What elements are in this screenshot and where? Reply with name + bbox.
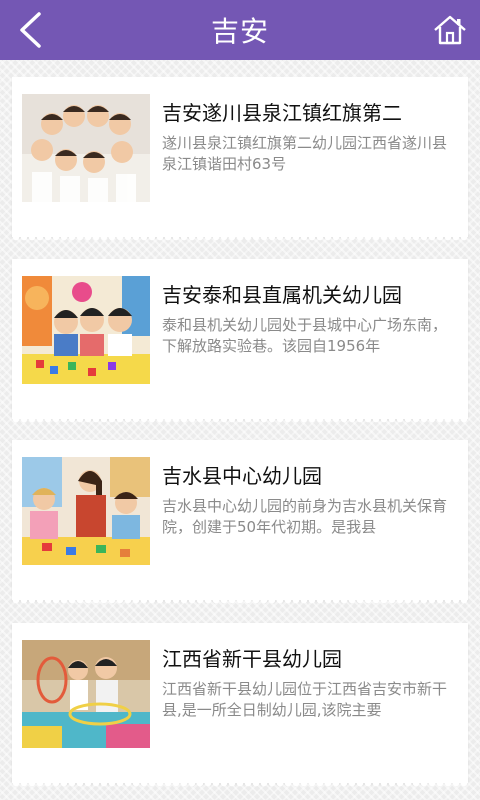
thumbnail-image [22,457,150,565]
thumbnail-image [22,94,150,202]
item-description: 江西省新干县幼儿园位于江西省吉安市新干县,是一所全日制幼儿园,该院主要 [162,680,448,719]
back-button[interactable] [8,8,52,52]
item-title: 吉安遂川县泉江镇红旗第二 [162,101,402,125]
list-item[interactable]: 吉安遂川县泉江镇红旗第二 遂川县泉江镇红旗第二幼儿园江西省遂川县泉江镇谐田村63… [12,77,468,243]
list-item[interactable]: 吉安泰和县直属机关幼儿园 泰和县机关幼儿园处于县城中心广场东南，下解放路实验巷。… [12,259,468,425]
item-title: 吉安泰和县直属机关幼儿园 [162,283,402,307]
item-description: 泰和县机关幼儿园处于县城中心广场东南，下解放路实验巷。该园自1956年 [162,316,448,355]
list-item[interactable]: 江西省新干县幼儿园 江西省新干县幼儿园位于江西省吉安市新干县,是一所全日制幼儿园… [12,623,468,789]
thumbnail-image [22,276,150,384]
item-title: 吉水县中心幼儿园 [162,464,322,488]
home-button[interactable] [428,10,472,50]
item-title: 江西省新干县幼儿园 [162,647,342,671]
chevron-left-icon [20,12,41,48]
home-icon [434,15,466,45]
item-description: 吉水县中心幼儿园的前身为吉水县机关保育院，创建于50年代初期。是我县 [162,497,448,536]
thumbnail-image [22,640,150,748]
item-description: 遂川县泉江镇红旗第二幼儿园江西省遂川县泉江镇谐田村63号 [162,134,448,173]
page-title: 吉安 [210,15,269,48]
app-header: 吉安 [0,0,480,60]
list-item[interactable]: 吉水县中心幼儿园 吉水县中心幼儿园的前身为吉水县机关保育院，创建于50年代初期。… [12,440,468,606]
